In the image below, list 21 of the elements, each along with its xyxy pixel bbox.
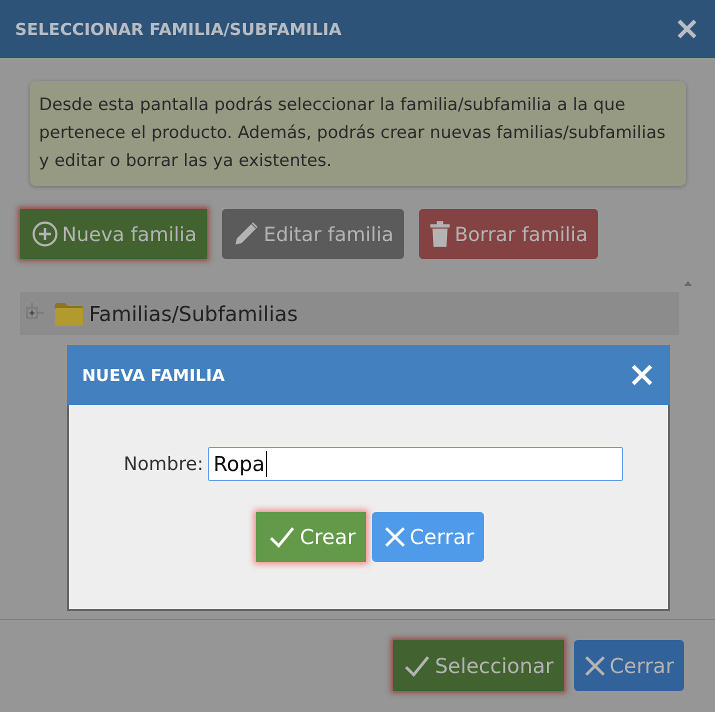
plus-circle-icon	[32, 221, 58, 247]
edit-family-button[interactable]: Editar familia	[222, 209, 404, 259]
tree-item[interactable]: Familias/Subfamilias	[20, 292, 679, 335]
close-icon[interactable]	[677, 19, 697, 39]
name-field[interactable]: Ropa	[208, 447, 624, 481]
dialog-title: SELECCIONAR FAMILIA/SUBFAMILIA	[15, 20, 342, 38]
new-family-button[interactable]: Nueva familia	[20, 209, 207, 259]
check-icon	[402, 654, 431, 676]
check-icon	[268, 526, 296, 548]
modal-title: NUEVA FAMILIA	[82, 366, 225, 384]
create-button[interactable]: Crear	[256, 512, 366, 562]
close-button[interactable]: Cerrar	[372, 512, 484, 562]
close-button[interactable]: Cerrar	[574, 640, 684, 691]
close-icon	[384, 526, 406, 548]
folder-icon	[54, 300, 84, 326]
confirm-button[interactable]: Seleccionar	[392, 640, 564, 691]
close-icon	[584, 654, 606, 676]
field-label: Nombre:	[124, 454, 204, 474]
trash-icon	[428, 220, 451, 248]
delete-family-button[interactable]: Borrar familia	[418, 209, 598, 259]
info-notice: Desde esta pantalla podrás seleccionar la familia/subfamilia a la que pertenece el producto. Además, podrás crear nuevas familias/subfamilias y editar o borrar las ya existentes.	[30, 81, 686, 186]
